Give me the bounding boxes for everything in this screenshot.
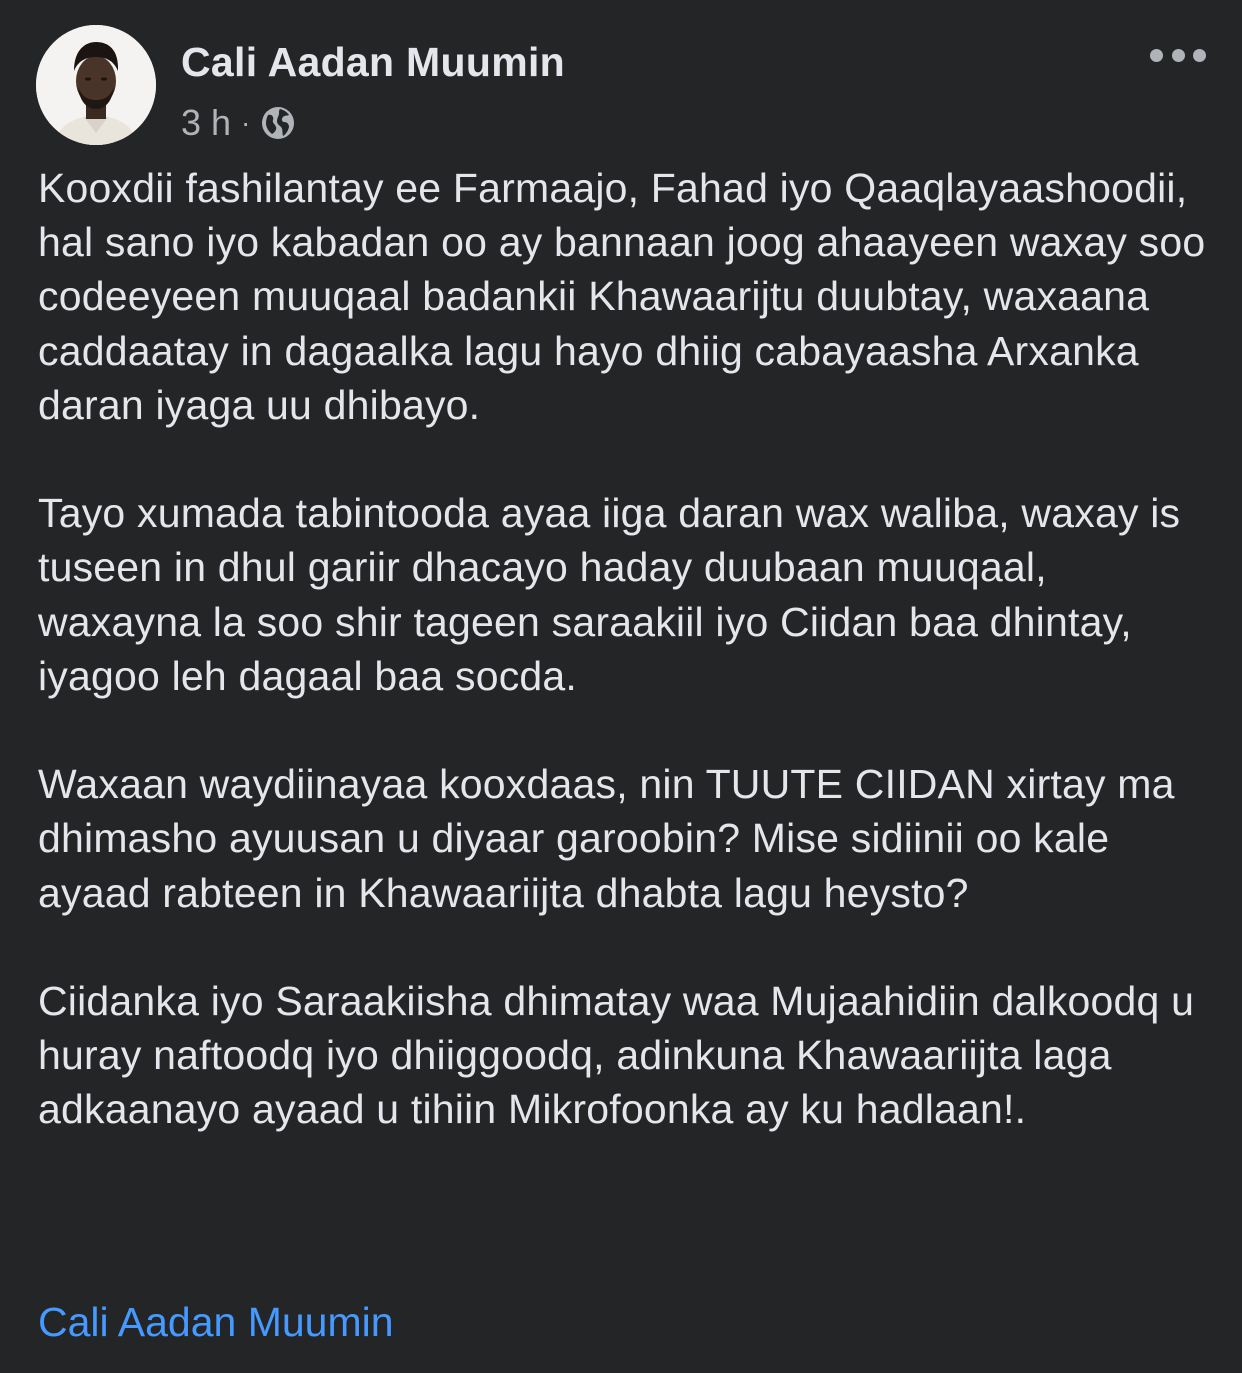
more-dot — [1150, 48, 1163, 62]
post-meta: 3 h · — [181, 101, 296, 145]
globe-icon[interactable] — [260, 105, 296, 141]
post-paragraph: Tayo xumada tabintooda ayaa iiga daran w… — [38, 490, 1181, 699]
more-dot — [1193, 48, 1206, 62]
more-dot — [1171, 48, 1185, 62]
more-options-icon[interactable] — [1150, 38, 1206, 72]
author-mention-link[interactable]: Cali Aadan Muumin — [38, 1295, 394, 1349]
avatar[interactable] — [36, 25, 156, 145]
post-paragraph: Kooxdii fashilantay ee Farmaajo, Fahad i… — [38, 165, 1206, 428]
meta-separator: · — [241, 107, 251, 138]
post-timestamp[interactable]: 3 h — [181, 102, 231, 144]
post-paragraph: Ciidanka iyo Saraakiisha dhimatay waa Mu… — [38, 978, 1195, 1133]
post-author-name[interactable]: Cali Aadan Muumin — [181, 38, 565, 86]
post-paragraph: Waxaan waydiinayaa kooxdaas, nin TUUTE C… — [38, 761, 1175, 916]
avatar-image — [36, 25, 156, 145]
post-body: Kooxdii fashilantay ee Farmaajo, Fahad i… — [38, 161, 1218, 1191]
facebook-post: Cali Aadan Muumin 3 h · Kooxdii fashilan… — [0, 0, 1242, 1373]
